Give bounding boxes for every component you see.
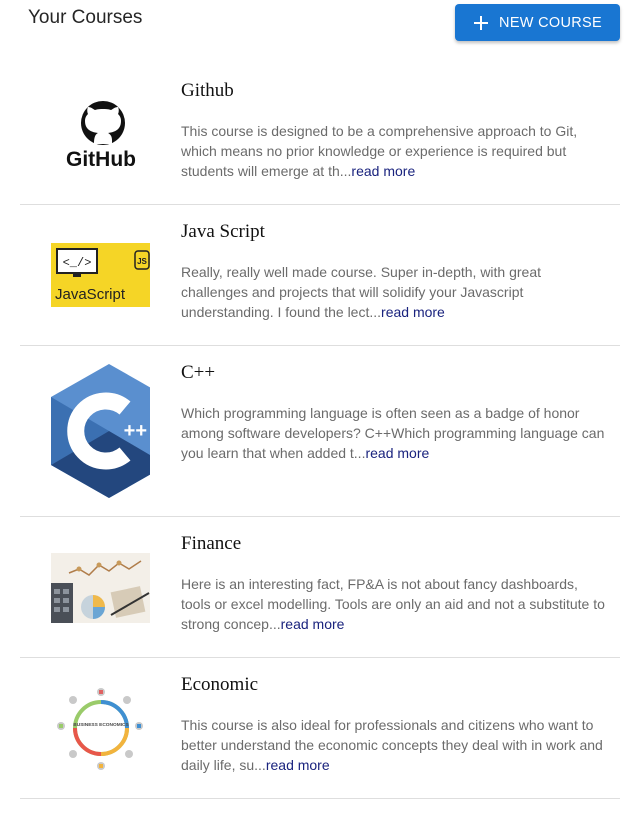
read-more-link[interactable]: read more bbox=[266, 757, 330, 773]
course-description: This course is also ideal for profession… bbox=[181, 715, 606, 775]
course-description: Which programming language is often seen… bbox=[181, 403, 606, 463]
course-description: Really, really well made course. Super i… bbox=[181, 262, 606, 322]
course-title: Finance bbox=[181, 533, 242, 554]
course-description-text: This course is also ideal for profession… bbox=[181, 717, 603, 773]
course-description-text: Here is an interesting fact, FP&A is not… bbox=[181, 576, 605, 632]
course-title: Economic bbox=[181, 674, 259, 695]
course-description: Here is an interesting fact, FP&A is not… bbox=[181, 574, 606, 634]
read-more-link[interactable]: read more bbox=[281, 616, 345, 632]
svg-text:<_/>: <_/> bbox=[63, 256, 92, 270]
cpp-logo-thumbnail: ++ bbox=[51, 364, 150, 498]
read-more-link[interactable]: read more bbox=[365, 445, 429, 461]
svg-text:JS: JS bbox=[137, 257, 147, 266]
course-item-economic: BUSINESS ECONOMICS Economic This course … bbox=[20, 658, 620, 799]
github-icon: GitHub bbox=[51, 100, 150, 170]
course-item-finance: Finance Here is an interesting fact, FP&… bbox=[20, 517, 620, 658]
read-more-link[interactable]: read more bbox=[351, 163, 415, 179]
course-description-text: Really, really well made course. Super i… bbox=[181, 264, 542, 320]
github-logo-thumbnail: GitHub bbox=[51, 100, 150, 170]
course-list: GitHub Github This course is designed to… bbox=[20, 64, 620, 799]
svg-text:JavaScript: JavaScript bbox=[55, 286, 126, 303]
course-item-github: GitHub Github This course is designed to… bbox=[20, 64, 620, 205]
course-title: C++ bbox=[181, 362, 216, 383]
course-title: Java Script bbox=[181, 221, 265, 242]
new-course-label: NEW COURSE bbox=[499, 14, 602, 31]
github-wordmark: GitHub bbox=[66, 148, 136, 170]
new-course-button[interactable]: NEW COURSE bbox=[455, 4, 620, 41]
page-header: Your Courses NEW COURSE bbox=[0, 0, 643, 50]
economics-diagram-thumbnail: BUSINESS ECONOMICS bbox=[51, 682, 150, 774]
page-title: Your Courses bbox=[28, 7, 143, 28]
course-item-cpp: ++ C++ Which programming language is oft… bbox=[20, 346, 620, 517]
svg-text:++: ++ bbox=[124, 420, 147, 442]
finance-photo-thumbnail bbox=[51, 553, 150, 623]
course-item-javascript: <_/> JS JavaScript Java Script Really, r… bbox=[20, 205, 620, 346]
svg-text:BUSINESS ECONOMICS: BUSINESS ECONOMICS bbox=[73, 722, 129, 728]
course-description: This course is designed to be a comprehe… bbox=[181, 121, 606, 181]
plus-icon bbox=[474, 15, 489, 30]
javascript-thumbnail: <_/> JS JavaScript bbox=[51, 243, 150, 307]
read-more-link[interactable]: read more bbox=[381, 304, 445, 320]
course-title: Github bbox=[181, 80, 234, 101]
